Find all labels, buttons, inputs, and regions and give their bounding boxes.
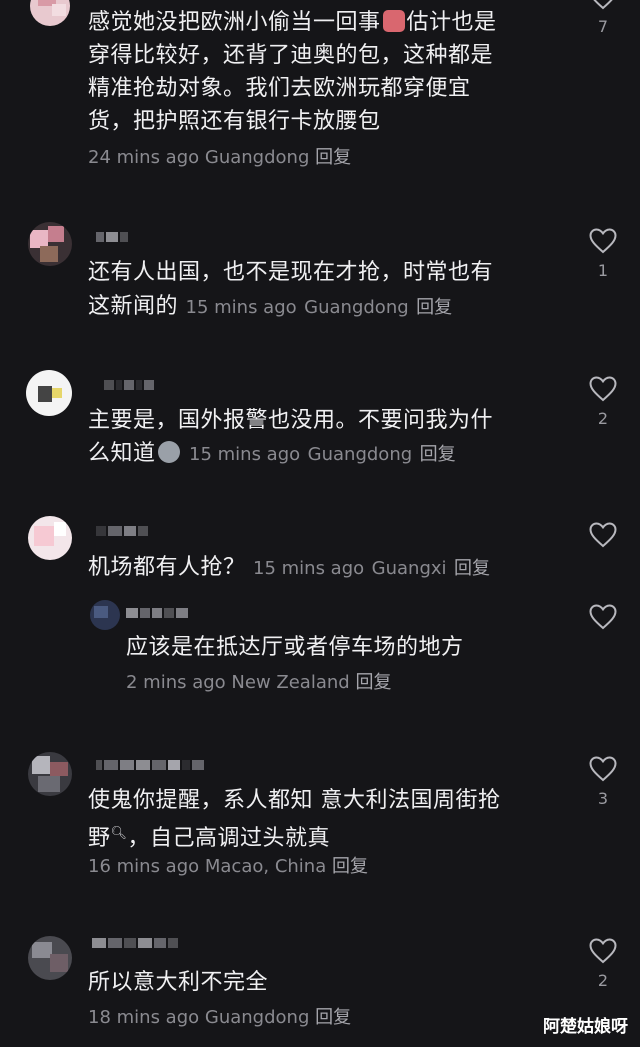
username-redacted[interactable] bbox=[96, 758, 204, 772]
reply-button[interactable]: 回复 bbox=[315, 1007, 351, 1028]
reply-button[interactable]: 回复 bbox=[355, 672, 391, 693]
heart-icon[interactable] bbox=[589, 756, 617, 782]
username-redacted[interactable] bbox=[126, 606, 188, 620]
comment-location: Macao, China bbox=[204, 856, 327, 877]
heart-icon[interactable] bbox=[589, 376, 617, 402]
comment-meta: 18 mins ago Guangdong 回复 bbox=[88, 1006, 351, 1030]
comment-text: 使鬼你提醒，系人都知 意大利法国周街抢 bbox=[88, 788, 501, 813]
like-control[interactable]: 1 bbox=[588, 228, 618, 280]
watermark: 阿楚姑娘呀 bbox=[543, 1017, 628, 1037]
comment-time: 15 mins ago bbox=[253, 558, 365, 579]
comment-location: Guangxi bbox=[371, 558, 447, 579]
heart-icon[interactable] bbox=[589, 228, 617, 254]
comment-text: 应该是在抵达厅或者停车场的地方 bbox=[126, 635, 464, 660]
comment-time: 16 mins ago bbox=[88, 856, 200, 877]
comment-time: 24 mins ago bbox=[88, 147, 200, 168]
heart-icon[interactable] bbox=[589, 938, 617, 964]
comment-text: 穿得比较好，还背了迪奥的包，这种都是 bbox=[88, 43, 494, 68]
reply-button[interactable]: 回复 bbox=[454, 558, 490, 579]
user-avatar[interactable] bbox=[28, 222, 72, 266]
comment-text: 机场都有人抢？ 15 mins ago Guangxi 回复 bbox=[88, 555, 491, 580]
like-count: 2 bbox=[597, 409, 609, 428]
heart-icon[interactable] bbox=[589, 604, 617, 630]
comment-text: 货，把护照还有银行卡放腰包 bbox=[88, 109, 381, 134]
crying-face-icon bbox=[382, 10, 405, 32]
username-redacted[interactable] bbox=[92, 936, 178, 950]
like-control[interactable]: 3 bbox=[588, 756, 618, 808]
comment-location: Guangdong bbox=[304, 297, 409, 318]
comment-text: 野🔍︎，自己高调过头就真 bbox=[88, 826, 331, 851]
username-redacted[interactable] bbox=[104, 378, 154, 392]
like-control[interactable] bbox=[588, 604, 618, 630]
comment-meta: 2 mins ago New Zealand 回复 bbox=[126, 671, 391, 695]
username-redacted[interactable] bbox=[96, 524, 148, 538]
comment-text: 么知道 15 mins ago Guangdong 回复 bbox=[88, 441, 456, 466]
blob-face-icon bbox=[157, 441, 180, 463]
reply-button[interactable]: 回复 bbox=[315, 147, 351, 168]
comment-text: 主要是，国外报警也没用。不要问我为什 bbox=[88, 408, 494, 433]
comment-text: 还有人出国，也不是现在才抢，时常也有 bbox=[88, 260, 494, 285]
user-avatar[interactable] bbox=[28, 936, 72, 980]
like-control[interactable]: 2 bbox=[588, 376, 618, 428]
username-redacted[interactable] bbox=[96, 230, 128, 244]
user-avatar[interactable] bbox=[90, 600, 120, 630]
comment-meta: 16 mins ago Macao, China 回复 bbox=[88, 855, 368, 879]
reply-button[interactable]: 回复 bbox=[420, 444, 456, 465]
comment-time: 18 mins ago bbox=[88, 1007, 200, 1028]
comment-location: Guangdong bbox=[204, 147, 310, 168]
like-count: 1 bbox=[597, 261, 609, 280]
user-avatar[interactable] bbox=[30, 0, 70, 26]
reply-button[interactable]: 回复 bbox=[416, 297, 452, 318]
comment-text: 感觉她没把欧洲小偷当一回事 估计也是 bbox=[88, 10, 497, 35]
comment-location: New Zealand bbox=[231, 672, 350, 693]
user-avatar[interactable] bbox=[28, 752, 72, 796]
comment-text: 精准抢劫对象。我们去欧洲玩都穿便宜 bbox=[88, 76, 471, 101]
like-control[interactable]: 7 bbox=[588, 0, 618, 36]
comment-location: Guangdong bbox=[307, 444, 413, 465]
comment-time: 15 mins ago bbox=[185, 297, 297, 318]
heart-icon[interactable] bbox=[589, 522, 617, 548]
comment-time: 15 mins ago bbox=[189, 444, 301, 465]
comment-meta: 24 mins ago Guangdong 回复 bbox=[88, 146, 351, 170]
like-count: 2 bbox=[597, 971, 609, 990]
reply-button[interactable]: 回复 bbox=[332, 856, 368, 877]
like-control[interactable] bbox=[588, 522, 618, 548]
comment-location: Guangdong bbox=[204, 1007, 310, 1028]
comment-text: 这新闻的 15 mins ago Guangdong 回复 bbox=[88, 294, 453, 319]
search-link-icon[interactable]: 🔍︎ bbox=[111, 826, 128, 841]
comment-text: 所以意大利不完全 bbox=[88, 970, 269, 995]
heart-icon[interactable] bbox=[589, 0, 617, 10]
user-avatar[interactable] bbox=[26, 370, 72, 416]
like-count: 7 bbox=[597, 17, 609, 36]
like-count: 3 bbox=[597, 789, 609, 808]
user-avatar[interactable] bbox=[28, 516, 72, 560]
like-control[interactable]: 2 bbox=[588, 938, 618, 990]
comment-time: 2 mins ago bbox=[126, 672, 226, 693]
